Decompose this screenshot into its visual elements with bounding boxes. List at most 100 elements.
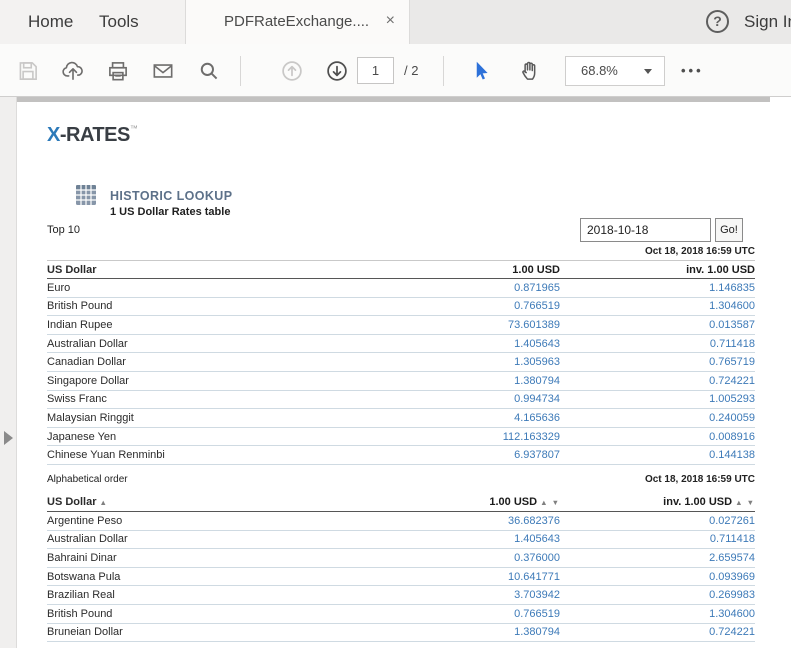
table-row: Japanese Yen 112.163329 0.008916 [47, 428, 755, 447]
table-row: Swiss Franc 0.994734 1.005293 [47, 391, 755, 410]
close-icon[interactable]: × [386, 0, 395, 44]
tab-tools[interactable]: Tools [99, 0, 139, 44]
inverse-rate-link[interactable]: 1.146835 [560, 282, 755, 294]
zoom-level-value: 68.8% [581, 57, 618, 85]
sort-arrows-icon[interactable]: ▲ ▼ [735, 498, 755, 507]
currency-name: Japanese Yen [47, 431, 347, 443]
inverse-rate-link[interactable]: 0.093969 [560, 571, 755, 583]
logo-rates: -RATES [60, 124, 130, 146]
help-icon[interactable]: ? [706, 10, 729, 33]
currency-name: Botswana Pula [47, 571, 347, 583]
table-row: Brazilian Real 3.703942 0.269983 [47, 586, 755, 605]
pdf-toolbar: 1 / 2 68.8% ••• [0, 44, 791, 97]
print-icon[interactable] [105, 58, 131, 84]
pdf-page: X-RATES™ HISTORIC LOOKUP 1 US Dollar Rat… [17, 102, 791, 648]
rate-link[interactable]: 3.703942 [347, 589, 560, 601]
app-tab-bar: Home Tools PDFRateExchange.... × ? Sign … [0, 0, 791, 44]
timestamp-top: Oct 18, 2018 16:59 UTC [645, 246, 755, 257]
table-row: Singapore Dollar 1.380794 0.724221 [47, 372, 755, 391]
sign-in-button[interactable]: Sign In [744, 0, 791, 44]
table-grid-icon [75, 184, 97, 206]
currency-name: Argentine Peso [47, 515, 347, 527]
rate-link[interactable]: 1.380794 [347, 626, 560, 638]
table-row: Argentine Peso 36.682376 0.027261 [47, 512, 755, 531]
date-input[interactable] [580, 218, 711, 242]
rate-link[interactable]: 1.405643 [347, 533, 560, 545]
table-row: Australian Dollar 1.405643 0.711418 [47, 335, 755, 354]
rate-link[interactable]: 73.601389 [347, 319, 560, 331]
rate-link[interactable]: 6.937807 [347, 449, 560, 461]
rate-link[interactable]: 0.766519 [347, 608, 560, 620]
document-tab-title: PDFRateExchange.... [224, 0, 369, 44]
inverse-rate-link[interactable]: 0.240059 [560, 412, 755, 424]
rate-link[interactable]: 0.376000 [347, 552, 560, 564]
inverse-rate-link[interactable]: 1.304600 [560, 608, 755, 620]
rate-link[interactable]: 4.165636 [347, 412, 560, 424]
rate-link[interactable]: 0.871965 [347, 282, 560, 294]
zoom-level-dropdown[interactable]: 68.8% [565, 56, 665, 86]
inverse-rate-link[interactable]: 0.711418 [560, 338, 755, 350]
rate-link[interactable]: 1.405643 [347, 338, 560, 350]
tab-home[interactable]: Home [28, 0, 73, 44]
table-row: British Pound 0.766519 1.304600 [47, 298, 755, 317]
top10-rates-table: US Dollar 1.00 USD inv. 1.00 USD Euro 0.… [47, 260, 755, 465]
table-header-row: US Dollar▲ 1.00 USD▲ ▼ inv. 1.00 USD▲ ▼ [47, 493, 755, 512]
save-icon[interactable] [15, 58, 41, 84]
logo-trademark: ™ [130, 124, 138, 133]
select-tool-icon[interactable] [467, 58, 493, 84]
table-header-row: US Dollar 1.00 USD inv. 1.00 USD [47, 260, 755, 279]
currency-name: Euro [47, 282, 347, 294]
rate-link[interactable]: 10.641771 [347, 571, 560, 583]
rate-link[interactable]: 36.682376 [347, 515, 560, 527]
currency-name: Australian Dollar [47, 338, 347, 350]
page-number-input[interactable]: 1 [357, 57, 394, 84]
inverse-rate-link[interactable]: 0.027261 [560, 515, 755, 527]
inverse-rate-link[interactable]: 0.269983 [560, 589, 755, 601]
sort-arrow-icon[interactable]: ▲ [100, 498, 108, 507]
table-row: Euro 0.871965 1.146835 [47, 279, 755, 298]
currency-name: Indian Rupee [47, 319, 347, 331]
inverse-rate-link[interactable]: 2.659574 [560, 552, 755, 564]
currency-name: Bruneian Dollar [47, 626, 347, 638]
rate-link[interactable]: 1.305963 [347, 356, 560, 368]
next-page-icon[interactable] [324, 58, 350, 84]
expand-pane-icon[interactable] [4, 431, 13, 445]
sort-arrows-icon[interactable]: ▲ ▼ [540, 498, 560, 507]
share-upload-icon[interactable] [60, 58, 86, 84]
currency-name: Malaysian Ringgit [47, 412, 347, 424]
more-options-icon[interactable]: ••• [681, 58, 704, 84]
alphabetical-rates-table: US Dollar▲ 1.00 USD▲ ▼ inv. 1.00 USD▲ ▼ … [47, 493, 755, 642]
inverse-rate-link[interactable]: 1.304600 [560, 300, 755, 312]
header-currency-sortable[interactable]: US Dollar▲ [47, 496, 347, 508]
inverse-rate-link[interactable]: 0.008916 [560, 431, 755, 443]
previous-page-icon[interactable] [279, 58, 305, 84]
email-icon[interactable] [150, 58, 176, 84]
inverse-rate-link[interactable]: 0.013587 [560, 319, 755, 331]
table-row: Bruneian Dollar 1.380794 0.724221 [47, 624, 755, 643]
header-inverse-sortable[interactable]: inv. 1.00 USD▲ ▼ [560, 496, 755, 508]
rate-link[interactable]: 1.380794 [347, 375, 560, 387]
inverse-rate-link[interactable]: 0.765719 [560, 356, 755, 368]
top10-label: Top 10 [47, 224, 80, 236]
document-tab[interactable]: PDFRateExchange.... × [185, 0, 410, 44]
go-button[interactable]: Go! [715, 218, 743, 242]
inverse-rate-link[interactable]: 0.711418 [560, 533, 755, 545]
xrates-logo: X-RATES™ [47, 124, 137, 147]
navigation-pane-strip[interactable] [0, 97, 17, 648]
hand-tool-icon[interactable] [517, 58, 543, 84]
header-rate-sortable[interactable]: 1.00 USD▲ ▼ [347, 496, 560, 508]
table-row: Canadian Dollar 1.305963 0.765719 [47, 353, 755, 372]
rate-link[interactable]: 112.163329 [347, 431, 560, 443]
inverse-rate-link[interactable]: 0.724221 [560, 375, 755, 387]
header-currency: US Dollar [47, 264, 347, 276]
currency-name: Brazilian Real [47, 589, 347, 601]
inverse-rate-link[interactable]: 0.724221 [560, 626, 755, 638]
currency-name: Chinese Yuan Renminbi [47, 449, 347, 461]
rate-link[interactable]: 0.766519 [347, 300, 560, 312]
search-icon[interactable] [196, 58, 222, 84]
alphabetical-order-label: Alphabetical order [47, 474, 128, 485]
rate-link[interactable]: 0.994734 [347, 393, 560, 405]
inverse-rate-link[interactable]: 0.144138 [560, 449, 755, 461]
table-row: Indian Rupee 73.601389 0.013587 [47, 316, 755, 335]
inverse-rate-link[interactable]: 1.005293 [560, 393, 755, 405]
